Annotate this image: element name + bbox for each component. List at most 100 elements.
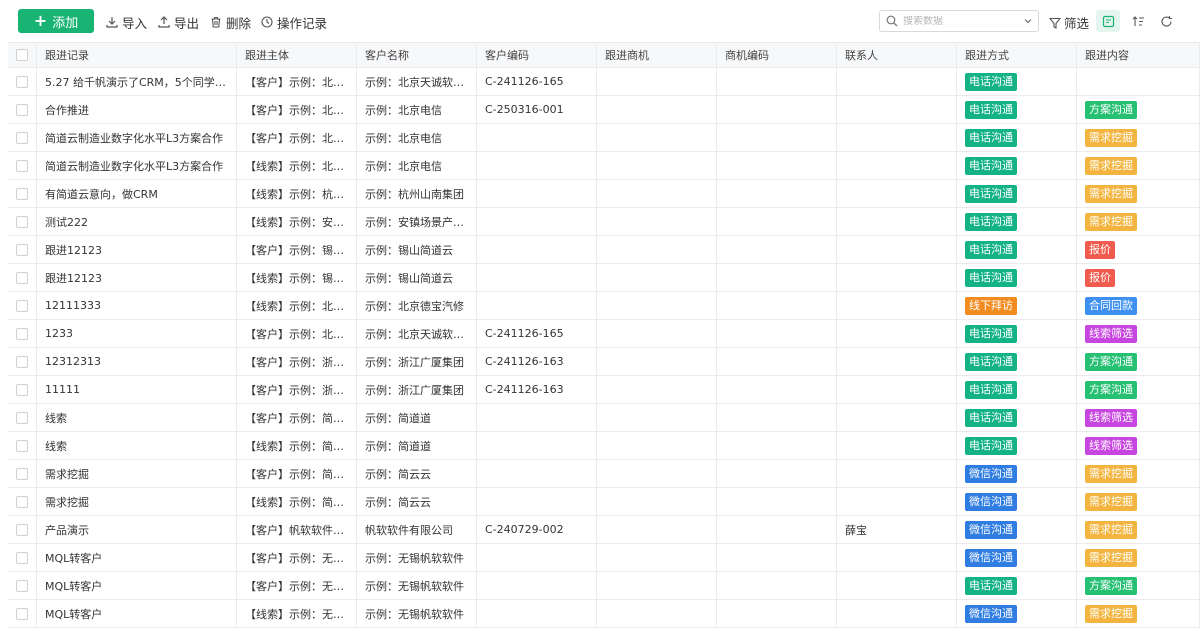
cell-customer-code[interactable]: C-241126-165 [477,68,597,95]
cell-contact[interactable] [837,124,957,151]
cell-content[interactable]: 需求挖掘 [1077,460,1200,487]
header-record[interactable]: 跟进记录 [37,43,237,67]
cell-contact[interactable] [837,180,957,207]
cell-contact[interactable] [837,488,957,515]
cell-record[interactable]: MQL转客户 [37,572,237,599]
cell-opportunity[interactable] [597,152,717,179]
cell-contact[interactable] [837,236,957,263]
cell-content[interactable]: 需求挖掘 [1077,516,1200,543]
table-row[interactable]: 12312313 【客户】示例：浙江广厦集团 示例：浙江广厦集团 C-241126-1… [8,348,1200,376]
cell-opportunity[interactable] [597,348,717,375]
cell-contact[interactable] [837,292,957,319]
row-checkbox[interactable] [16,579,28,592]
cell-subject[interactable]: 【客户】示例：北京天诚软件 [237,320,357,347]
cell-subject[interactable]: 【客户】示例：浙江广厦集团 [237,348,357,375]
row-checkbox[interactable] [16,551,28,564]
cell-customer-code[interactable] [477,488,597,515]
cell-customer-code[interactable] [477,292,597,319]
row-checkbox[interactable] [16,131,28,144]
cell-content[interactable]: 需求挖掘 [1077,208,1200,235]
cell-opportunity[interactable] [597,488,717,515]
table-row[interactable]: 有简道云意向，做CRM 【线索】示例：杭州山南集团 示例：杭州山南集团 电话沟通 需求挖… [8,180,1200,208]
cell-content[interactable]: 线索筛选 [1077,404,1200,431]
cell-opportunity[interactable] [597,96,717,123]
cell-opportunity-code[interactable] [717,488,837,515]
chevron-down-icon[interactable] [1023,16,1033,26]
cell-record[interactable]: 简道云制造业数字化水平L3方案合作 [37,152,237,179]
cell-method[interactable]: 电话沟通 [957,572,1077,599]
cell-customer[interactable]: 示例：无锡帆软软件 [357,600,477,627]
cell-contact[interactable] [837,264,957,291]
cell-record[interactable]: 测试222 [37,208,237,235]
row-checkbox[interactable] [16,467,28,480]
header-opportunity[interactable]: 跟进商机 [597,43,717,67]
cell-contact[interactable] [837,208,957,235]
cell-customer[interactable]: 帆软软件有限公司 [357,516,477,543]
row-checkbox[interactable] [16,383,28,396]
cell-subject[interactable]: 【线索】示例：简道道 [237,432,357,459]
cell-method[interactable]: 电话沟通 [957,432,1077,459]
cell-subject[interactable]: 【客户】帆软软件有限公司 [237,516,357,543]
cell-contact[interactable] [837,68,957,95]
cell-opportunity[interactable] [597,600,717,627]
header-customer-code[interactable]: 客户编码 [477,43,597,67]
cell-customer-code[interactable] [477,544,597,571]
cell-contact[interactable] [837,572,957,599]
cell-subject[interactable]: 【客户】示例：浙江广厦集团 [237,376,357,403]
cell-contact[interactable] [837,432,957,459]
cell-method[interactable]: 微信沟通 [957,544,1077,571]
table-row[interactable]: 产品演示 【客户】帆软软件有限公司 帆软软件有限公司 C-240729-002 薛宝 微信… [8,516,1200,544]
cell-customer[interactable]: 示例：浙江广厦集团 [357,376,477,403]
cell-subject[interactable]: 【客户】示例：北京电信 [237,124,357,151]
row-checkbox[interactable] [16,411,28,424]
cell-record[interactable]: 12111333 [37,292,237,319]
cell-opportunity[interactable] [597,68,717,95]
cell-customer-code[interactable] [477,432,597,459]
cell-opportunity[interactable] [597,572,717,599]
cell-opportunity-code[interactable] [717,460,837,487]
table-row[interactable]: 需求挖掘 【线索】示例：简云云 示例：简云云 微信沟通 需求挖掘 [8,488,1200,516]
cell-contact[interactable] [837,460,957,487]
cell-content[interactable] [1077,68,1200,95]
cell-customer[interactable]: 示例：简道道 [357,404,477,431]
cell-opportunity-code[interactable] [717,152,837,179]
cell-record[interactable]: 12312313 [37,348,237,375]
cell-record[interactable]: 跟进12123 [37,236,237,263]
cell-opportunity-code[interactable] [717,516,837,543]
cell-opportunity-code[interactable] [717,236,837,263]
cell-content[interactable]: 报价 [1077,236,1200,263]
cell-record[interactable]: 有简道云意向，做CRM [37,180,237,207]
cell-customer-code[interactable] [477,236,597,263]
cell-contact[interactable] [837,96,957,123]
cell-customer-code[interactable] [477,264,597,291]
cell-customer[interactable]: 示例：北京天诚软件有限公司 [357,320,477,347]
cell-method[interactable]: 电话沟通 [957,152,1077,179]
table-row[interactable]: MQL转客户 【客户】示例：无锡帆软软件 示例：无锡帆软软件 电话沟通 方案沟通 [8,572,1200,600]
cell-opportunity-code[interactable] [717,96,837,123]
cell-opportunity[interactable] [597,404,717,431]
cell-content[interactable]: 需求挖掘 [1077,152,1200,179]
table-row[interactable]: 需求挖掘 【客户】示例：简云云 示例：简云云 微信沟通 需求挖掘 [8,460,1200,488]
cell-opportunity-code[interactable] [717,264,837,291]
sort-button[interactable] [1126,10,1150,32]
cell-customer[interactable]: 示例：浙江广厦集团 [357,348,477,375]
table-row[interactable]: MQL转客户 【线索】示例：无锡帆软软件 示例：无锡帆软软件 微信沟通 需求挖掘 [8,600,1200,628]
row-checkbox[interactable] [16,495,28,508]
cell-subject[interactable]: 【线索】示例：北京电信 [237,152,357,179]
cell-record[interactable]: MQL转客户 [37,544,237,571]
cell-opportunity-code[interactable] [717,124,837,151]
cell-customer[interactable]: 示例：北京德宝汽修 [357,292,477,319]
cell-subject[interactable]: 【客户】示例：无锡帆软软件 [237,544,357,571]
row-checkbox[interactable] [16,103,28,116]
cell-method[interactable]: 电话沟通 [957,348,1077,375]
cell-method[interactable]: 电话沟通 [957,320,1077,347]
cell-customer[interactable]: 示例：简云云 [357,488,477,515]
cell-method[interactable]: 电话沟通 [957,376,1077,403]
cell-subject[interactable]: 【客户】示例：锡山简道云 [237,236,357,263]
table-row[interactable]: 5.27 给千帆演示了CRM，5个同学很有兴趣 【客户】示例：北京天诚软件 示例：北… [8,68,1200,96]
cell-customer-code[interactable] [477,124,597,151]
cell-method[interactable]: 微信沟通 [957,488,1077,515]
row-checkbox[interactable] [16,299,28,312]
cell-opportunity[interactable] [597,432,717,459]
cell-method[interactable]: 电话沟通 [957,68,1077,95]
